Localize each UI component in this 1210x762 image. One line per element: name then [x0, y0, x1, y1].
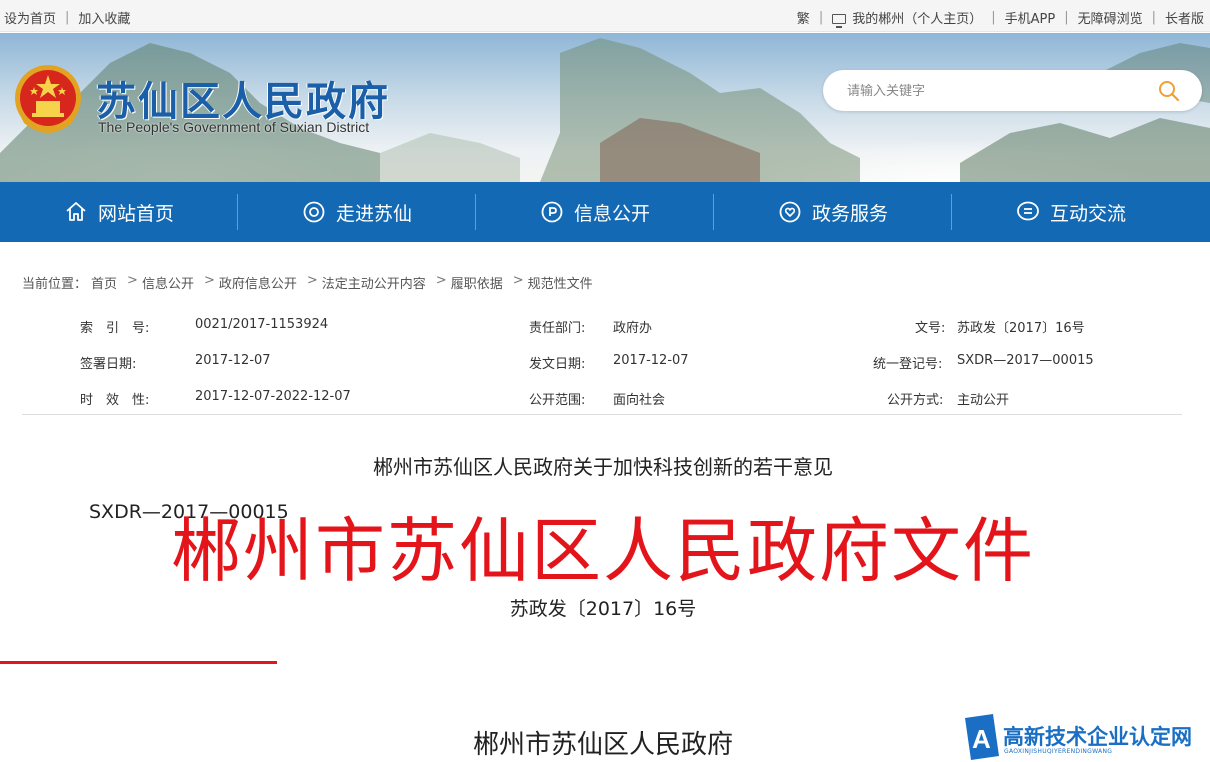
nav-label: 走进苏仙 — [335, 202, 412, 225]
nav-home[interactable]: 网站首页 — [0, 182, 238, 242]
breadcrumb-item[interactable]: 法定主动公开内容 — [322, 273, 426, 292]
mobile-app-link[interactable]: 手机APP — [1005, 8, 1056, 27]
document-number: 苏政发〔2017〕16号 — [509, 598, 697, 620]
red-header-title: 郴州市苏仙区人民政府文件 — [171, 510, 1035, 592]
scope-label: 公开范围: — [529, 393, 586, 408]
heart-icon — [779, 201, 801, 223]
nav-label: 互动交流 — [1049, 202, 1126, 225]
computer-icon — [832, 13, 847, 28]
breadcrumb-separator: > — [203, 273, 215, 288]
nav-gov-services[interactable]: 政务服务 — [714, 182, 952, 242]
breadcrumb-item[interactable]: 规范性文件 — [528, 273, 593, 292]
set-homepage-link[interactable]: 设为首页 — [4, 8, 56, 27]
search-icon[interactable] — [1157, 79, 1181, 103]
docno-value: 苏政发〔2017〕16号 — [957, 321, 1085, 336]
home-icon — [66, 202, 86, 221]
nav-label: 政务服务 — [811, 202, 888, 225]
breadcrumb-item[interactable]: 信息公开 — [142, 273, 194, 292]
site-subtitle: The People's Government of Suxian Distri… — [98, 119, 370, 135]
nav-label: 信息公开 — [573, 202, 650, 225]
search-input[interactable] — [847, 81, 1137, 101]
breadcrumb-separator: > — [512, 273, 524, 288]
topbar-right: 繁 | 我的郴州（个人主页） | 手机APP | 无障碍浏览 | 长者版 — [797, 8, 1204, 28]
dept-label: 责任部门: — [529, 321, 586, 336]
validity-label: 时 效 性: — [80, 393, 150, 408]
issue-date-value: 2017-12-07 — [613, 353, 689, 368]
divider: | — [818, 10, 824, 25]
search-box — [823, 70, 1202, 111]
watermark-text: 高新技术企业认定网 — [1003, 725, 1192, 749]
sign-date-label: 签署日期: — [80, 357, 137, 372]
registration-label: 统一登记号: — [873, 357, 943, 372]
dept-value: 政府办 — [613, 321, 653, 336]
nav-about-suxian[interactable]: 走进苏仙 — [238, 182, 476, 242]
disclosure-mode-label: 公开方式: — [887, 393, 944, 408]
main-navigation: 网站首页 走进苏仙 信息公开 政务服务 互动交流 — [0, 182, 1210, 242]
document-title: 郴州市苏仙区人民政府关于加快科技创新的若干意见 — [373, 455, 833, 479]
breadcrumb-separator: > — [435, 273, 447, 288]
docno-label: 文号: — [915, 321, 946, 336]
document-meta-table: 索 引 号: 0021/2017-1153924 责任部门: 政府办 文号: 苏… — [22, 308, 1182, 415]
elder-version-link[interactable]: 长者版 — [1165, 8, 1204, 27]
divider: | — [1151, 10, 1156, 25]
red-divider-line — [0, 661, 277, 664]
top-utility-bar: 设为首页 | 加入收藏 繁 | 我的郴州（个人主页） | 手机APP | 无障碍… — [0, 0, 1210, 32]
registration-value: SXDR—2017—00015 — [957, 353, 1094, 368]
breadcrumb-item[interactable]: 履职依据 — [451, 273, 503, 292]
accessibility-link[interactable]: 无障碍浏览 — [1078, 8, 1143, 27]
breadcrumb-item[interactable]: 首页 — [91, 273, 117, 292]
nav-info-disclosure[interactable]: 信息公开 — [476, 182, 714, 242]
info-icon — [541, 201, 563, 223]
traditional-chinese-link[interactable]: 繁 — [797, 8, 810, 27]
chat-icon — [1017, 201, 1039, 221]
scope-value: 面向社会 — [613, 393, 666, 408]
index-value: 0021/2017-1153924 — [195, 317, 329, 332]
breadcrumb-separator: > — [306, 273, 318, 288]
svg-text:A: A — [972, 724, 991, 754]
divider: | — [991, 10, 996, 25]
nav-interaction[interactable]: 互动交流 — [952, 182, 1190, 242]
national-emblem-icon — [15, 65, 81, 133]
breadcrumb-label: 当前位置： — [22, 277, 88, 292]
my-chenzhou-link[interactable]: 我的郴州（个人主页） — [852, 8, 982, 27]
sign-date-value: 2017-12-07 — [195, 353, 271, 368]
watermark-subtext: GAOXINJISHUQIYERENDINGWANG — [1004, 748, 1113, 755]
breadcrumb: 当前位置： 首页 > 信息公开 > 政府信息公开 > 法定主动公开内容 > 履职… — [22, 273, 603, 292]
add-favorite-link[interactable]: 加入收藏 — [78, 8, 130, 27]
disclosure-mode-value: 主动公开 — [957, 393, 1010, 408]
issue-date-label: 发文日期: — [529, 357, 586, 372]
breadcrumb-separator: > — [127, 273, 138, 288]
nav-label: 网站首页 — [97, 202, 174, 225]
divider: | — [1064, 10, 1069, 25]
index-label: 索 引 号: — [80, 321, 150, 336]
header-banner: 苏仙区人民政府 The People's Government of Suxia… — [0, 33, 1210, 182]
breadcrumb-item[interactable]: 政府信息公开 — [219, 273, 297, 292]
target-icon — [303, 201, 325, 223]
topbar-left: 设为首页 | 加入收藏 — [4, 8, 130, 27]
divider: | — [65, 10, 70, 25]
validity-value: 2017-12-07-2022-12-07 — [195, 389, 351, 404]
